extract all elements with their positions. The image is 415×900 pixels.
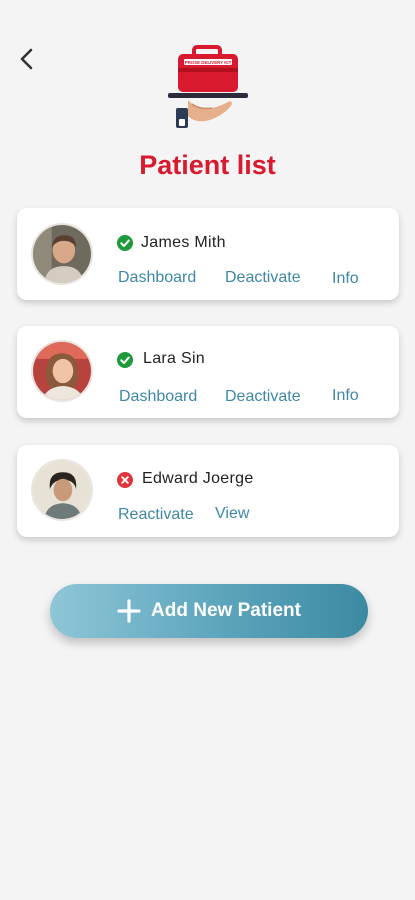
patient-name: Edward Joerge bbox=[142, 470, 254, 487]
patient-card: Lara Sin Dashboard Deactivate Info bbox=[17, 326, 399, 418]
deactivate-link[interactable]: Deactivate bbox=[225, 269, 301, 287]
deactivate-link[interactable]: Deactivate bbox=[225, 388, 301, 406]
active-status-icon bbox=[117, 235, 133, 251]
view-link[interactable]: View bbox=[215, 505, 249, 523]
inactive-status-icon bbox=[117, 472, 133, 488]
dashboard-link[interactable]: Dashboard bbox=[119, 388, 197, 406]
chevron-left-icon bbox=[20, 48, 33, 70]
info-link[interactable]: Info bbox=[332, 387, 359, 405]
info-link[interactable]: Info bbox=[332, 270, 359, 288]
back-button[interactable] bbox=[14, 46, 40, 72]
plus-icon bbox=[117, 599, 141, 623]
page-title: Patient list bbox=[139, 150, 276, 180]
dashboard-link[interactable]: Dashboard bbox=[118, 269, 196, 287]
patient-name: James Mith bbox=[141, 234, 226, 251]
active-status-icon bbox=[117, 352, 133, 368]
avatar bbox=[31, 340, 93, 402]
add-new-patient-label: Add New Patient bbox=[151, 600, 301, 621]
app-logo: PROSE DELIVERY KIT bbox=[162, 44, 254, 134]
add-new-patient-button[interactable]: Add New Patient bbox=[50, 584, 368, 638]
logo-text: PROSE DELIVERY KIT bbox=[185, 60, 232, 65]
avatar bbox=[31, 459, 93, 521]
reactivate-link[interactable]: Reactivate bbox=[118, 506, 194, 524]
avatar bbox=[31, 223, 93, 285]
patient-name: Lara Sin bbox=[143, 350, 205, 367]
patient-card: Edward Joerge Reactivate View bbox=[17, 445, 399, 537]
patient-card: James Mith Dashboard Deactivate Info bbox=[17, 208, 399, 300]
